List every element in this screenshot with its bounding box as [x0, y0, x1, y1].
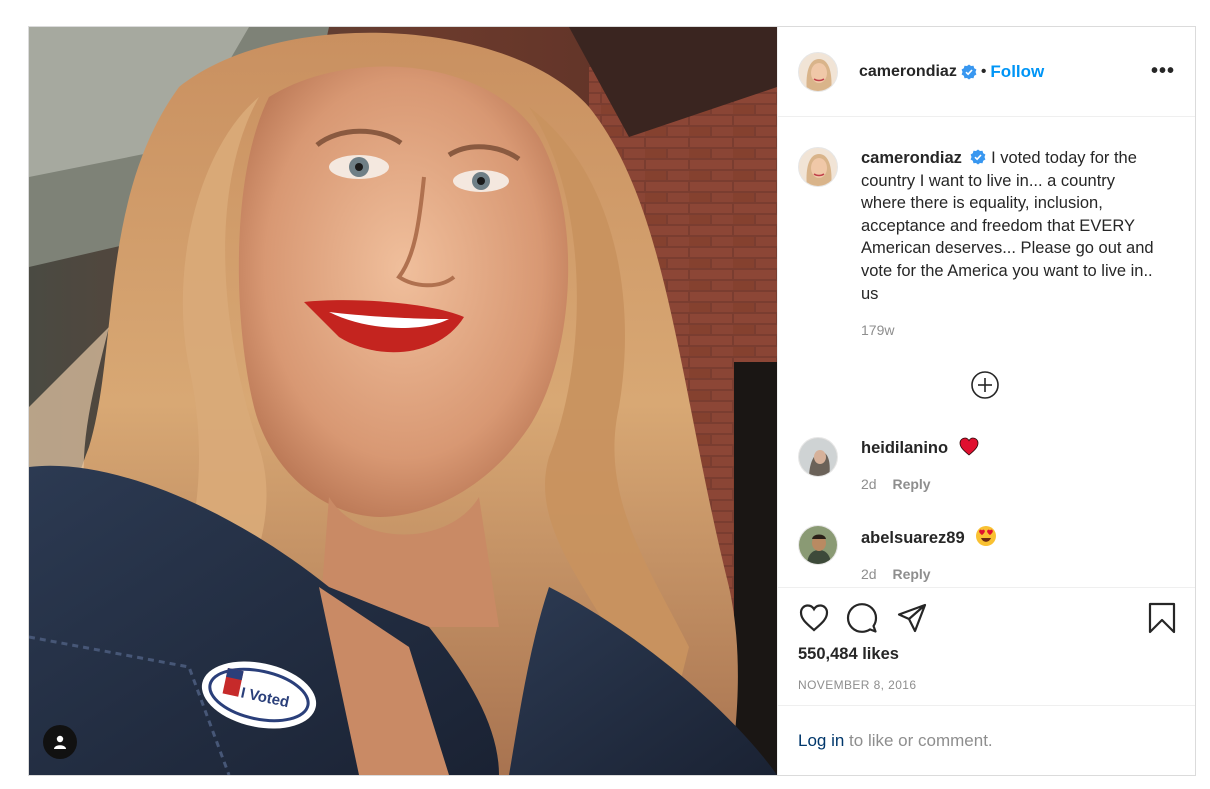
caption-text: I voted today for the country I want to … — [861, 149, 1154, 303]
comment-age[interactable]: 2d — [861, 566, 877, 582]
avatar-image — [799, 438, 837, 476]
more-options-icon[interactable]: ••• — [1151, 60, 1175, 83]
tagged-user-button[interactable] — [43, 725, 77, 759]
comment-meta: heidilanino 2d Reply — [861, 437, 979, 492]
comment-item: abelsuarez89 2d Reply — [798, 525, 1168, 582]
author-avatar[interactable] — [798, 51, 838, 92]
likes-count[interactable]: 550,484 likes — [798, 645, 899, 664]
user-icon — [54, 735, 66, 749]
post-photo[interactable]: I Voted — [29, 27, 777, 775]
save-bookmark-icon[interactable] — [1146, 602, 1178, 634]
caption: camerondiaz I voted today for the countr… — [798, 147, 1168, 342]
commenter-username[interactable]: heidilanino — [861, 439, 948, 457]
load-more-comments-icon[interactable] — [970, 370, 1000, 400]
comment-meta: abelsuarez89 2d Reply — [861, 525, 997, 582]
like-heart-icon[interactable] — [798, 602, 830, 634]
avatar-image — [799, 148, 837, 186]
comment-item: heidilanino 2d Reply — [798, 437, 1168, 492]
caption-username[interactable]: camerondiaz — [861, 149, 962, 167]
reply-button[interactable]: Reply — [892, 476, 930, 492]
author-username[interactable]: camerondiaz — [859, 63, 957, 81]
login-prompt: Log in to like or comment. — [778, 705, 1195, 775]
commenter-username[interactable]: abelsuarez89 — [861, 529, 965, 547]
follow-button[interactable]: Follow — [990, 62, 1044, 82]
avatar-image — [799, 526, 837, 564]
separator-dot: • — [980, 62, 987, 80]
avatar-image — [799, 52, 837, 91]
post-date[interactable]: NOVEMBER 8, 2016 — [798, 678, 916, 692]
caption-time[interactable]: 179w — [861, 319, 1161, 342]
post-header: camerondiaz • Follow ••• — [778, 27, 1195, 117]
heart-eyes-emoji-icon — [976, 526, 997, 546]
verified-badge-icon — [961, 64, 977, 79]
selfie-image: I Voted — [29, 27, 777, 775]
login-prompt-text: to like or comment. — [844, 730, 993, 750]
login-link[interactable]: Log in — [798, 731, 844, 751]
heart-emoji-icon — [959, 437, 978, 456]
reply-button[interactable]: Reply — [892, 566, 930, 582]
comment-bubble-icon[interactable] — [846, 602, 878, 634]
commenter-avatar[interactable] — [798, 437, 838, 477]
comments-section: camerondiaz I voted today for the countr… — [778, 117, 1195, 587]
post-card: I Voted camerondiaz • Follow ••• cameron… — [28, 26, 1196, 776]
comment-sub: 2d Reply — [861, 566, 997, 582]
caption-avatar[interactable] — [798, 147, 838, 187]
verified-badge-icon — [971, 149, 986, 165]
share-paper-plane-icon[interactable] — [896, 602, 928, 634]
commenter-avatar[interactable] — [798, 525, 838, 565]
post-actions: 550,484 likes NOVEMBER 8, 2016 — [778, 587, 1195, 705]
comment-age[interactable]: 2d — [861, 476, 877, 492]
post-side-panel: camerondiaz • Follow ••• camerondiaz I v… — [777, 27, 1195, 775]
caption-body: camerondiaz I voted today for the countr… — [861, 147, 1161, 342]
comment-sub: 2d Reply — [861, 476, 979, 492]
